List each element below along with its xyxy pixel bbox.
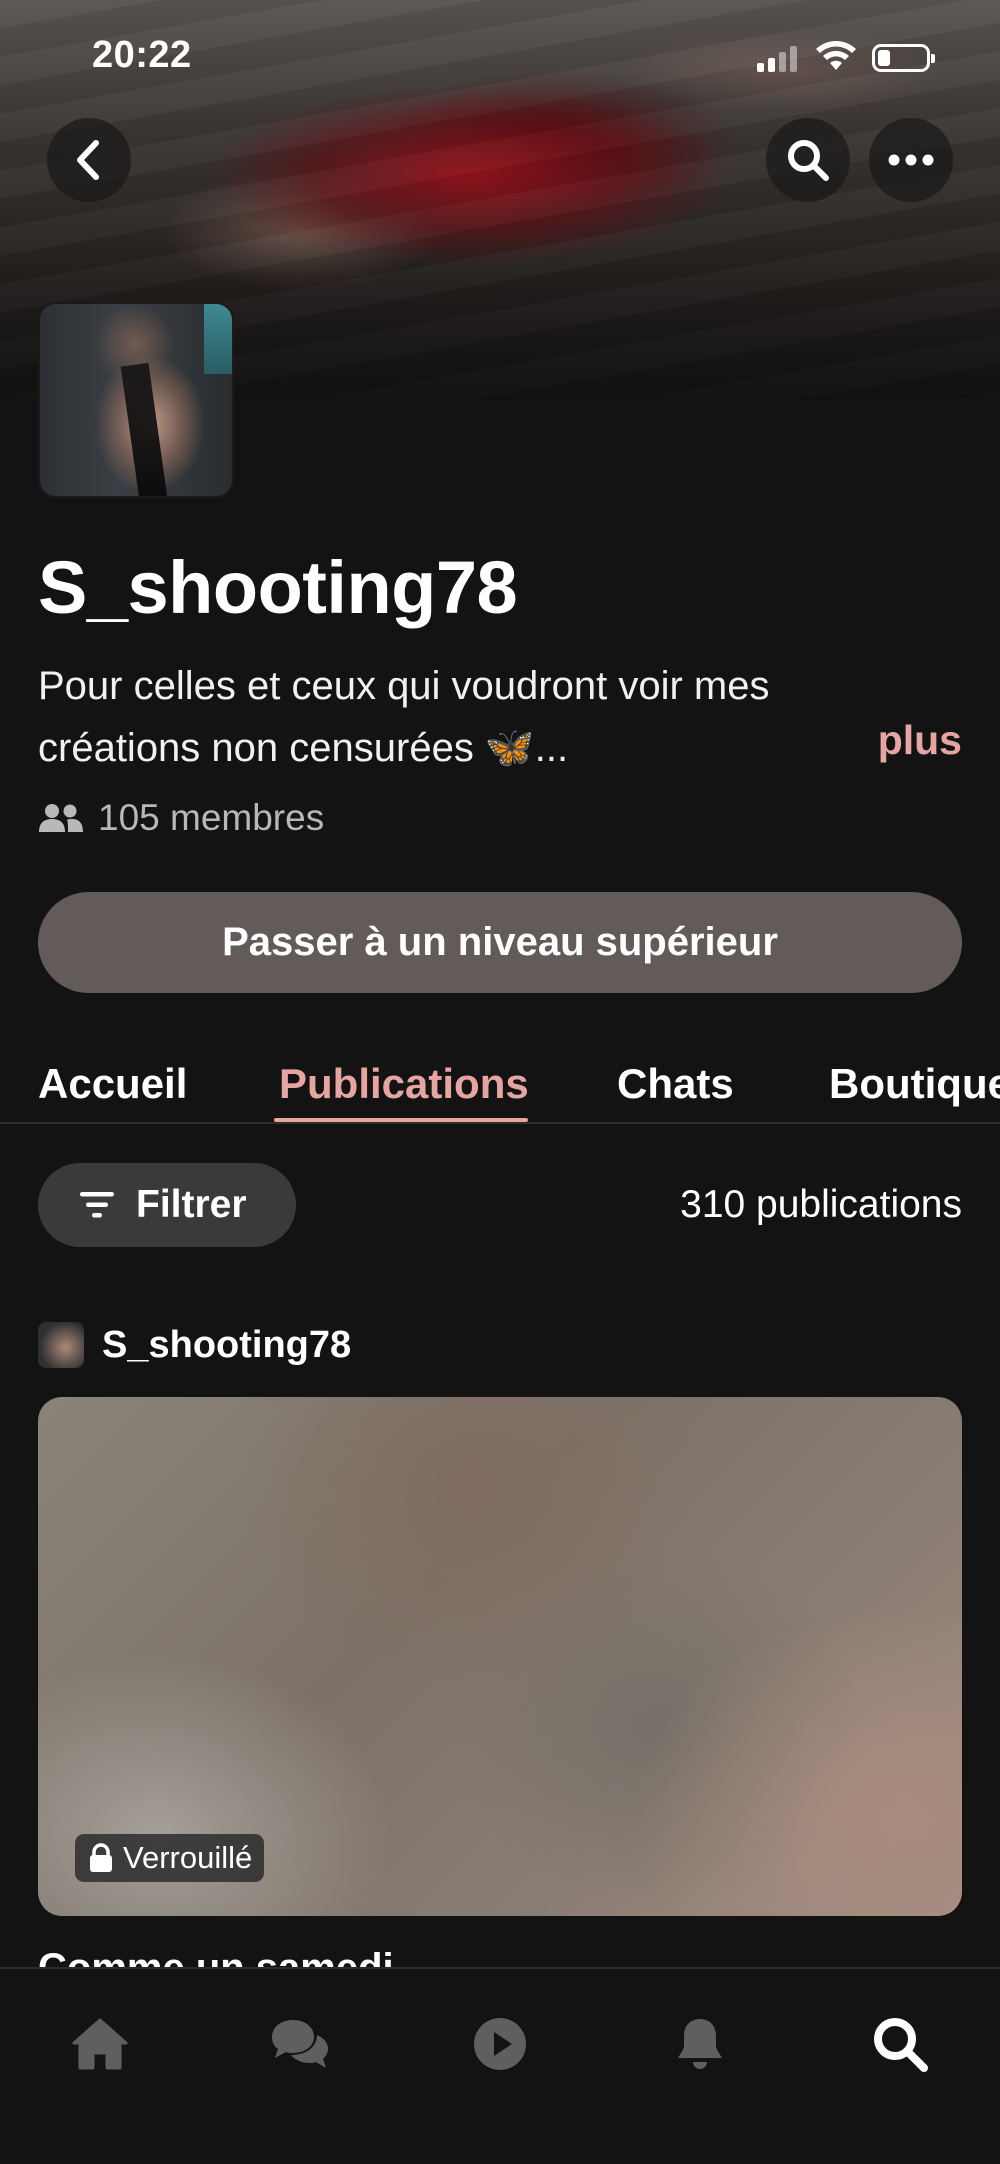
more-options-button[interactable] [869, 118, 953, 202]
post-author[interactable]: S_shooting78 [38, 1322, 351, 1368]
wifi-icon [816, 41, 856, 70]
active-tab-indicator [274, 1118, 528, 1122]
cover-search-button[interactable] [766, 118, 850, 202]
tab-bar: Accueil Publications Chats Boutique [0, 1040, 1000, 1124]
chat-icon [272, 2020, 328, 2068]
tab-chats[interactable]: Chats [617, 1060, 734, 1108]
members-label: 105 membres [98, 797, 325, 838]
play-icon [474, 2018, 526, 2070]
post-author-name: S_shooting78 [102, 1323, 352, 1366]
locked-label: Verrouillé [123, 1840, 253, 1875]
tab-publications[interactable]: Publications [279, 1060, 529, 1108]
battery-icon [872, 44, 935, 72]
people-icon [39, 804, 83, 832]
post-author-avatar [38, 1322, 84, 1368]
nav-search[interactable] [860, 2009, 940, 2079]
tab-boutique[interactable]: Boutique [829, 1060, 1000, 1108]
back-button[interactable] [47, 118, 131, 202]
locked-badge: Verrouillé [75, 1834, 265, 1882]
filter-button[interactable]: Filtrer [38, 1163, 296, 1247]
nav-home[interactable] [60, 2009, 140, 2079]
upgrade-button[interactable]: Passer à un niveau supérieur [38, 892, 962, 993]
nav-notifications[interactable] [660, 2009, 740, 2079]
profile-name: S_shooting78 [38, 546, 518, 629]
profile-bio: Pour celles et ceux qui voudront voir me… [38, 655, 958, 779]
lock-icon [90, 1843, 112, 1872]
bio-line-2: créations non censurées 🦋... [38, 726, 569, 770]
tab-accueil[interactable]: Accueil [38, 1060, 187, 1108]
bio-more-link[interactable]: plus [878, 717, 962, 764]
bell-icon [678, 2019, 722, 2069]
ellipsis-icon [888, 154, 934, 166]
post-media-locked[interactable]: Verrouillé [38, 1397, 962, 1916]
status-bar: 20:22 [0, 30, 1000, 80]
filter-label: Filtrer [136, 1183, 247, 1226]
nav-chats[interactable] [260, 2009, 340, 2079]
publications-count: 310 publications [680, 1183, 962, 1226]
members-count[interactable]: 105 membres [38, 797, 324, 839]
search-icon [788, 140, 829, 181]
chevron-left-icon [77, 140, 99, 180]
status-time: 20:22 [92, 34, 192, 76]
bio-line-1: Pour celles et ceux qui voudront voir me… [38, 664, 770, 708]
filter-icon [80, 1192, 114, 1218]
profile-avatar[interactable] [38, 302, 234, 498]
home-icon [72, 2018, 128, 2070]
nav-videos[interactable] [460, 2009, 540, 2079]
search-icon [874, 2018, 928, 2072]
bottom-navigation [0, 1967, 1000, 2164]
cellular-signal-icon [757, 46, 797, 72]
